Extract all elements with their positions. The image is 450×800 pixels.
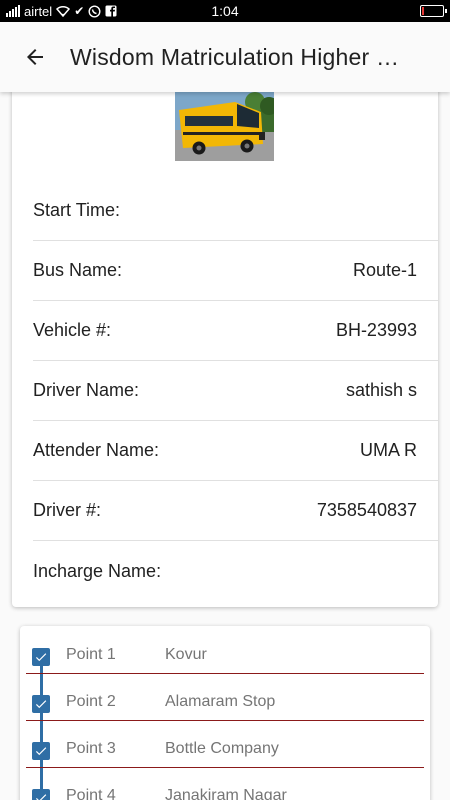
info-label: Driver #: [33, 500, 102, 520]
stop-point-label: Point 1 [66, 646, 116, 663]
info-row: Start Time: [33, 181, 438, 241]
route-stop[interactable]: Point 2 Alamaram Stop [20, 673, 430, 721]
info-label: Incharge Name: [33, 560, 162, 581]
info-value: BH-23993 [335, 320, 417, 340]
check-icon [35, 700, 47, 709]
check-icon [35, 794, 47, 800]
whatsapp-icon [88, 4, 101, 18]
info-label: Attender Name: [33, 440, 160, 460]
info-label: Start Time: [33, 200, 121, 220]
app-bar: Wisdom Matriculation Higher Secondary Sc… [0, 22, 450, 92]
stop-checkbox[interactable] [32, 648, 50, 666]
stop-checkbox[interactable] [32, 742, 50, 760]
stop-point-label: Point 3 [66, 740, 116, 757]
signal-icon [6, 5, 20, 17]
route-stop[interactable]: Point 3 Bottle Company [20, 720, 430, 768]
facebook-icon [105, 5, 117, 17]
stop-name: Janakiram Nagar [165, 787, 287, 800]
bus-info-card: Start Time: Bus Name: Route-1 Vehicle #: BH-… [12, 92, 438, 607]
info-value: UMA R [359, 440, 417, 460]
main-content[interactable]: Start Time: Bus Name: Route-1 Vehicle #: BH-… [0, 92, 450, 800]
check-icon [35, 653, 47, 662]
route-card: Point 1 Kovur Point 2 Alamaram Stop Point 3 B… [20, 626, 430, 800]
carrier-label: airtel [24, 3, 53, 19]
bus-image [175, 92, 274, 161]
info-row: Attender Name: UMA R [33, 421, 438, 481]
stop-name: Alamaram Stop [165, 693, 276, 710]
status-bar: airtel ✔ 1:04 [0, 0, 450, 22]
info-label: Vehicle #: [33, 320, 112, 340]
route-stop[interactable]: Point 1 Kovur [20, 626, 430, 674]
stop-name: Bottle Company [165, 740, 279, 757]
stop-name: Kovur [165, 646, 207, 663]
info-row: Driver Name: sathish s [33, 361, 438, 421]
bus-info-list: Start Time: Bus Name: Route-1 Vehicle #: BH-… [33, 181, 438, 601]
info-label: Bus Name: [33, 260, 123, 280]
info-row: Bus Name: Route-1 [33, 241, 438, 301]
info-row: Incharge Name: [33, 541, 438, 601]
info-value: sathish s [345, 380, 417, 400]
info-label: Driver Name: [33, 380, 140, 400]
page-title: Wisdom Matriculation Higher Secondary Sc… [70, 43, 410, 70]
arrow-back-icon [27, 49, 43, 65]
stop-checkbox[interactable] [32, 695, 50, 713]
check-icon: ✔ [74, 4, 85, 18]
info-row: Vehicle #: BH-23993 [33, 301, 438, 361]
info-value: 7358540837 [316, 500, 417, 520]
check-icon [35, 747, 47, 756]
info-value: Route-1 [352, 260, 417, 280]
route-stop[interactable]: Point 4 Janakiram Nagar [20, 767, 430, 800]
stop-point-label: Point 4 [66, 787, 116, 800]
wifi-icon [56, 5, 71, 17]
back-button[interactable] [0, 22, 70, 92]
stop-checkbox[interactable] [32, 789, 50, 800]
info-row: Driver #: 7358540837 [33, 481, 438, 541]
battery-icon [420, 5, 447, 17]
stop-point-label: Point 2 [66, 693, 116, 710]
